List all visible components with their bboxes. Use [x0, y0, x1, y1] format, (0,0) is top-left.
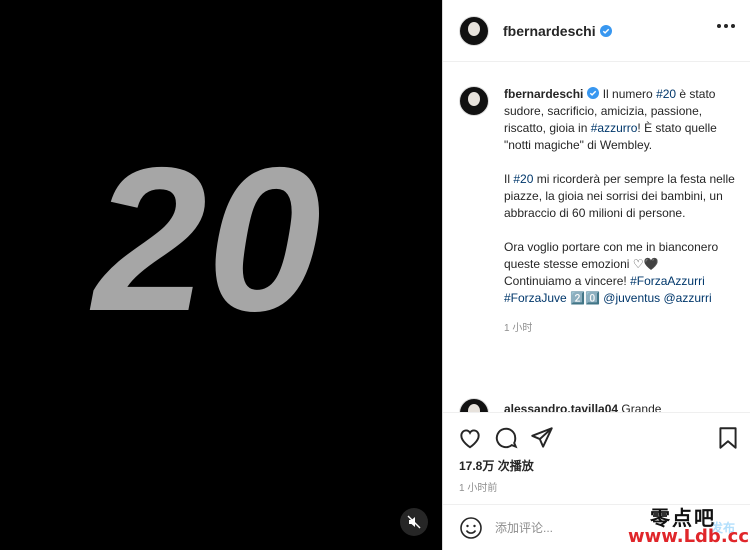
- caption-username[interactable]: fbernardeschi: [504, 87, 583, 101]
- muted-speaker-icon: [407, 515, 421, 529]
- verified-badge-icon: [599, 24, 612, 37]
- post-caption: fbernardeschi Il numero #20 è stato sudo…: [459, 86, 739, 334]
- comment-body: Grande: [621, 402, 662, 412]
- site-watermark: 零点吧 www.Ldb.cc: [618, 500, 750, 550]
- comment-text: alessandro.tavilla04 Grande: [504, 402, 661, 412]
- caption-p2-text: Il: [504, 172, 514, 186]
- post-actions: 17.8万 次播放 1 小时前: [443, 412, 750, 504]
- commenter-avatar[interactable]: [459, 398, 489, 412]
- post-timestamp: 1 小时前: [459, 483, 498, 494]
- hashtag-forzaazzurri[interactable]: #ForzaAzzurri: [630, 274, 705, 288]
- number-emoji: 2️⃣0️⃣: [566, 291, 604, 305]
- caption-p2-text: mi ricorderà per sempre la festa nelle p…: [504, 172, 735, 220]
- hashtag-forzajuve[interactable]: #ForzaJuve: [504, 291, 567, 305]
- caption-author-avatar[interactable]: [459, 86, 489, 116]
- mention-juventus[interactable]: @juventus: [603, 291, 660, 305]
- comment-bubble-icon[interactable]: [493, 425, 519, 451]
- save-bookmark-icon[interactable]: [715, 425, 741, 451]
- post-video[interactable]: 20: [0, 0, 442, 550]
- commenter-username[interactable]: alessandro.tavilla04: [504, 402, 618, 412]
- post-header: fbernardeschi: [443, 0, 750, 62]
- comments-section: fbernardeschi Il numero #20 è stato sudo…: [443, 62, 750, 412]
- comment-item: alessandro.tavilla04 Grande: [459, 398, 739, 412]
- video-number-graphic: 20: [82, 125, 332, 354]
- hashtag-20[interactable]: #20: [656, 87, 676, 101]
- mute-toggle-button[interactable]: [400, 508, 428, 536]
- mention-azzurri[interactable]: @azzurri: [664, 291, 712, 305]
- share-send-icon[interactable]: [529, 425, 555, 451]
- video-number-text: 20: [89, 148, 321, 338]
- view-count[interactable]: 17.8万 次播放: [459, 457, 534, 474]
- caption-p1-text: Il numero: [602, 87, 657, 101]
- more-options-button[interactable]: [717, 24, 735, 28]
- caption-p3-text: Ora voglio portare con me in bianconero …: [504, 240, 719, 271]
- watermark-url-text: www.Ldb.cc: [628, 526, 749, 547]
- post-panel: fbernardeschi fbernardeschi Il numero #2…: [442, 0, 750, 550]
- hashtag-20[interactable]: #20: [513, 172, 533, 186]
- verified-badge-icon: [587, 87, 600, 99]
- caption-p4-text: Continuiamo a vincere!: [504, 274, 631, 288]
- hashtag-azzurro[interactable]: #azzurro: [591, 121, 638, 135]
- author-username[interactable]: fbernardeschi: [503, 23, 596, 39]
- like-heart-icon[interactable]: [457, 425, 483, 451]
- author-avatar[interactable]: [459, 15, 489, 46]
- emoji-smiley-icon[interactable]: [459, 516, 483, 540]
- caption-text: fbernardeschi Il numero #20 è stato sudo…: [504, 86, 739, 307]
- hearts-emoji: ♡🖤: [632, 257, 659, 271]
- caption-timestamp: 1 小时: [504, 323, 533, 334]
